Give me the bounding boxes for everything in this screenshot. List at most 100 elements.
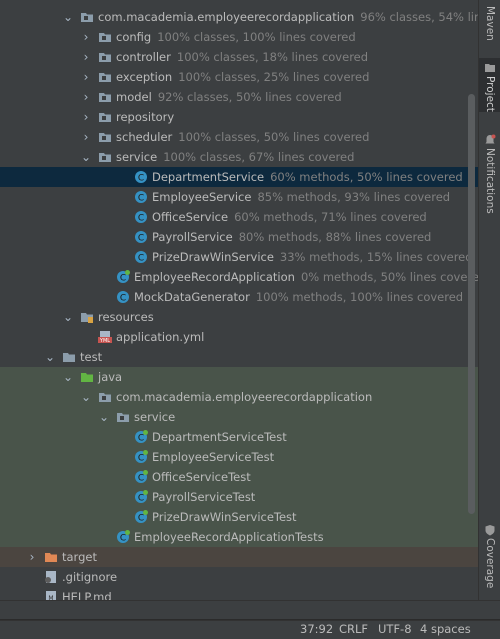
tree-row[interactable]: ⌄ service: [0, 407, 478, 427]
coverage-summary: 100% classes, 50% lines covered: [178, 130, 370, 144]
package-icon: [99, 113, 111, 122]
resources-folder-icon: [81, 313, 93, 323]
project-tree[interactable]: ⌄ com.macademia.employeerecordapplication…: [0, 0, 478, 600]
tree-row-label: test: [80, 347, 102, 367]
class-icon: C: [135, 231, 147, 244]
tree-row-label: model 92% classes, 50% lines covered: [116, 87, 342, 107]
node-name: DepartmentServiceTest: [152, 430, 287, 444]
chevron-down-icon[interactable]: ⌄: [80, 147, 92, 167]
node-name: EmployeeService: [152, 190, 252, 204]
tree-row[interactable]: › model 92% classes, 50% lines covered: [0, 87, 478, 107]
tree-row-label: repository: [116, 107, 174, 127]
caret-position[interactable]: 37:92: [300, 622, 333, 636]
node-name: exception: [116, 70, 173, 84]
vertical-scrollbar[interactable]: [468, 94, 475, 514]
tree-row[interactable]: › scheduler 100% classes, 50% lines covere…: [0, 127, 478, 147]
node-name: target: [62, 550, 97, 564]
tree-row[interactable]: C PrizeDrawWinService 33% methods, 15% lin…: [0, 247, 478, 267]
folder-icon: [63, 353, 75, 362]
tree-row[interactable]: C PayrollService 80% methods, 88% lines co…: [0, 227, 478, 247]
tree-row-label: com.macademia.employeerecordapplication: [116, 387, 372, 407]
tree-row[interactable]: .gitignore: [0, 567, 478, 587]
folder-icon: [485, 64, 495, 72]
tree-row-label: application.yml: [116, 327, 204, 347]
tree-row[interactable]: YML application.yml: [0, 327, 478, 347]
tree-row[interactable]: › controller 100% classes, 18% lines cover…: [0, 47, 478, 67]
tree-row[interactable]: C PayrollServiceTest: [0, 487, 478, 507]
node-name: MockDataGenerator: [134, 290, 250, 304]
chevron-down-icon[interactable]: ⌄: [44, 347, 56, 367]
right-tool-strip: Maven Project Notifications Coverage: [478, 0, 500, 600]
node-name: service: [116, 150, 158, 164]
tree-row-label: java: [98, 367, 122, 387]
tree-row-label: EmployeeRecordApplication 0% methods, 50%…: [134, 267, 478, 287]
node-name: EmployeeRecordApplicationTests: [134, 530, 324, 544]
node-name: controller: [116, 50, 171, 64]
tree-row[interactable]: C DepartmentService 60% methods, 50% lines…: [0, 167, 478, 187]
chevron-right-icon[interactable]: ›: [80, 107, 92, 127]
chevron-right-icon[interactable]: ›: [26, 547, 38, 567]
tree-row[interactable]: C PrizeDrawWinServiceTest: [0, 507, 478, 527]
tree-row[interactable]: C DepartmentServiceTest: [0, 427, 478, 447]
spring-class-icon: C: [117, 270, 130, 284]
coverage-summary: 96% classes, 54% lines c: [360, 10, 478, 24]
tree-row[interactable]: C EmployeeRecordApplication 0% methods, 50…: [0, 267, 478, 287]
tree-row[interactable]: C OfficeServiceTest: [0, 467, 478, 487]
project-tab-label: Project: [484, 76, 496, 112]
chevron-down-icon[interactable]: ⌄: [80, 387, 92, 407]
excluded-folder-icon: [45, 553, 57, 562]
file-encoding[interactable]: UTF-8: [378, 622, 412, 636]
tree-row[interactable]: › target: [0, 547, 478, 567]
svg-text:C: C: [138, 494, 144, 504]
node-name: service: [134, 410, 176, 424]
coverage-summary: 80% methods, 88% lines covered: [238, 230, 432, 244]
tree-row[interactable]: ⌄ service 100% classes, 67% lines covered: [0, 147, 478, 167]
tree-row[interactable]: M HELP.md: [0, 587, 478, 600]
chevron-right-icon[interactable]: ›: [80, 47, 92, 67]
chevron-down-icon[interactable]: ⌄: [62, 367, 74, 387]
tree-row[interactable]: › config 100% classes, 100% lines covered: [0, 27, 478, 47]
chevron-down-icon[interactable]: ⌄: [98, 407, 110, 427]
tree-row[interactable]: C MockDataGenerator 100% methods, 100% lin…: [0, 287, 478, 307]
indent-setting[interactable]: 4 spaces: [420, 622, 471, 636]
tree-row[interactable]: ⌄ com.macademia.employeerecordapplication: [0, 387, 478, 407]
tree-row[interactable]: › exception 100% classes, 25% lines covere…: [0, 67, 478, 87]
tree-row-label: .gitignore: [62, 567, 117, 587]
node-name: PayrollServiceTest: [152, 490, 256, 504]
tree-row-label: PrizeDrawWinService 33% methods, 15% line…: [152, 247, 473, 267]
chevron-down-icon[interactable]: ⌄: [62, 307, 74, 327]
svg-text:C: C: [138, 474, 144, 484]
tree-row[interactable]: ⌄ com.macademia.employeerecordapplication…: [0, 7, 478, 27]
chevron-right-icon[interactable]: ›: [80, 67, 92, 87]
test-class-icon: C: [117, 530, 130, 544]
tree-row-label: resources: [98, 307, 154, 327]
tree-row[interactable]: ⌄ resources: [0, 307, 478, 327]
svg-text:C: C: [138, 514, 144, 524]
tree-row[interactable]: C EmployeeServiceTest: [0, 447, 478, 467]
tree-row[interactable]: ⌄ test: [0, 347, 478, 367]
tree-row-label: HELP.md: [62, 587, 112, 600]
line-separator[interactable]: CRLF: [339, 622, 368, 636]
package-icon: [81, 13, 93, 22]
coverage-summary: 100% classes, 25% lines covered: [178, 70, 370, 84]
tree-row-label: EmployeeService 85% methods, 93% lines co…: [152, 187, 450, 207]
node-name: OfficeService: [152, 210, 229, 224]
tree-row[interactable]: › repository: [0, 107, 478, 127]
svg-text:C: C: [138, 434, 144, 444]
tree-row-label: EmployeeRecordApplicationTests: [134, 527, 324, 547]
coverage-summary: 0% methods, 50% lines covered: [300, 270, 478, 284]
svg-text:C: C: [138, 454, 144, 464]
node-name: java: [98, 370, 123, 384]
tree-row[interactable]: ⌄ java: [0, 367, 478, 387]
tree-row[interactable]: C EmployeeService 85% methods, 93% lines c…: [0, 187, 478, 207]
horizontal-scroll-area[interactable]: [0, 600, 500, 619]
tree-row[interactable]: C OfficeService 60% methods, 71% lines cov…: [0, 207, 478, 227]
maven-tab[interactable]: Maven: [479, 6, 500, 41]
chevron-right-icon[interactable]: ›: [80, 87, 92, 107]
chevron-right-icon[interactable]: ›: [80, 127, 92, 147]
tree-row-label: config 100% classes, 100% lines covered: [116, 27, 356, 47]
chevron-down-icon[interactable]: ⌄: [62, 7, 74, 27]
package-icon: [99, 393, 111, 402]
tree-row[interactable]: C EmployeeRecordApplicationTests: [0, 527, 478, 547]
chevron-right-icon[interactable]: ›: [80, 27, 92, 47]
